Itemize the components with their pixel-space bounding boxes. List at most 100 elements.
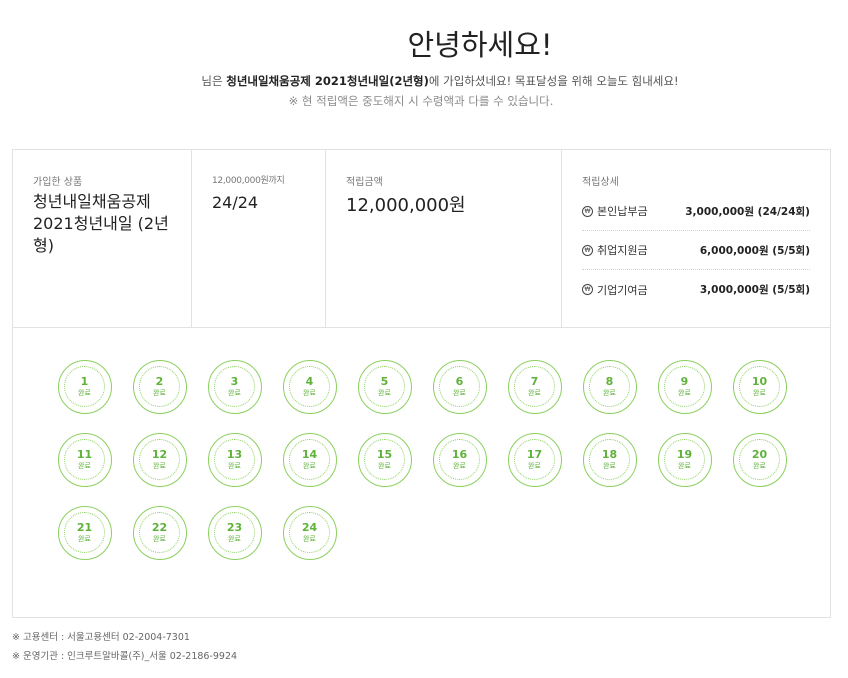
stamp-done-label: 완료 — [153, 461, 166, 470]
stamp-inner: 6 완료 — [439, 366, 480, 407]
stamp-done-label: 완료 — [753, 461, 766, 470]
stamp-done-label: 완료 — [378, 388, 391, 397]
stamp-inner: 20 완료 — [739, 439, 780, 480]
stamp-done-label: 완료 — [603, 388, 616, 397]
stamp-8: 8 완료 — [583, 360, 637, 414]
stamp-number: 23 — [226, 520, 243, 534]
stamp-number: 2 — [155, 374, 164, 388]
stamp-number: 19 — [676, 447, 693, 461]
stamp-number: 20 — [751, 447, 768, 461]
stamp-5: 5 완료 — [358, 360, 412, 414]
operator-info: ※ 운영기관 : 인크루트알바콜(주)_서울 02-2186-9924 — [12, 651, 238, 662]
product-name: 청년내일채움공제 2021청년내일 (2년형) — [33, 192, 169, 255]
stamp-22: 22 완료 — [133, 506, 187, 560]
stamp-12: 12 완료 — [133, 433, 187, 487]
stamp-number: 8 — [605, 374, 614, 388]
won-icon: ₩ — [582, 244, 593, 256]
product-label: 가입한 상품 — [33, 177, 83, 188]
stamp-grid: 1 완료 2 완료 3 완료 4 완료 5 완료 6 완료 7 완료 8 완료 9 완료 10 완료 11 완료 12 완료 1… — [13, 328, 830, 617]
stamp-done-label: 완료 — [78, 461, 91, 470]
stamp-inner: 12 완료 — [139, 439, 180, 480]
stamp-20: 20 완료 — [733, 433, 787, 487]
stamp-number: 9 — [680, 374, 689, 388]
stamp-inner: 5 완료 — [364, 366, 405, 407]
stamp-18: 18 완료 — [583, 433, 637, 487]
stamp-done-label: 완료 — [603, 461, 616, 470]
stamp-inner: 7 완료 — [514, 366, 555, 407]
stamp-14: 14 완료 — [283, 433, 337, 487]
detail-row: ₩ 본인납부금 3,000,000원 (24/24회) — [582, 192, 810, 231]
stamp-17: 17 완료 — [508, 433, 562, 487]
stamp-inner: 13 완료 — [214, 439, 255, 480]
amount-label: 적립금액 — [346, 177, 383, 188]
won-icon: ₩ — [582, 284, 593, 295]
employment-center-info: ※ 고용센터 : 서울고용센터 02-2004-7301 — [12, 632, 190, 643]
stamp-done-label: 완료 — [528, 461, 541, 470]
greeting-suffix: 에 가입하셨네요! 목표달성을 위해 오늘도 힘내세요! — [428, 74, 679, 88]
stamp-done-label: 완료 — [678, 388, 691, 397]
stamp-done-label: 완료 — [303, 534, 316, 543]
stamp-number: 15 — [376, 447, 393, 461]
stamp-inner: 17 완료 — [514, 439, 555, 480]
stamp-done-label: 완료 — [753, 388, 766, 397]
stamp-number: 17 — [526, 447, 543, 461]
page-title: 안녕하세요! — [407, 28, 553, 62]
stamp-number: 11 — [76, 447, 93, 461]
greeting-text: 님은 청년내일채움공제 2021청년내일(2년형)에 가입하셨네요! 목표달성을… — [0, 73, 848, 89]
stamp-19: 19 완료 — [658, 433, 712, 487]
stamp-number: 3 — [230, 374, 239, 388]
stamp-inner: 14 완료 — [289, 439, 330, 480]
stamp-inner: 16 완료 — [439, 439, 480, 480]
stamp-number: 6 — [455, 374, 464, 388]
product-column: 가입한 상품 청년내일채움공제 2021청년내일 (2년형) — [13, 150, 192, 327]
amount-column: 적립금액 12,000,000원 — [326, 150, 562, 327]
stamp-inner: 11 완료 — [64, 439, 105, 480]
detail-name: 기업기여금 — [597, 283, 648, 297]
stamp-24: 24 완료 — [283, 506, 337, 560]
stamp-done-label: 완료 — [228, 534, 241, 543]
stamp-inner: 10 완료 — [739, 366, 780, 407]
stamp-21: 21 완료 — [58, 506, 112, 560]
stamp-done-label: 완료 — [378, 461, 391, 470]
stamp-done-label: 완료 — [453, 388, 466, 397]
stamp-inner: 9 완료 — [664, 366, 705, 407]
savings-panel: 가입한 상품 청년내일채움공제 2021청년내일 (2년형) 12,000,00… — [12, 149, 831, 618]
greeting-product: 청년내일채움공제 2021청년내일(2년형) — [226, 74, 429, 88]
stamp-4: 4 완료 — [283, 360, 337, 414]
stamp-done-label: 완료 — [678, 461, 691, 470]
stamp-16: 16 완료 — [433, 433, 487, 487]
progress-value: 24/24 — [212, 193, 259, 212]
stamp-number: 24 — [301, 520, 318, 534]
stamp-done-label: 완료 — [303, 461, 316, 470]
detail-value: 6,000,000원 (5/5회) — [699, 244, 810, 257]
stamp-done-label: 완료 — [78, 388, 91, 397]
stamp-number: 22 — [151, 520, 168, 534]
stamp-number: 4 — [305, 374, 314, 388]
savings-info: 가입한 상품 청년내일채움공제 2021청년내일 (2년형) 12,000,00… — [13, 150, 830, 328]
stamp-inner: 4 완료 — [289, 366, 330, 407]
notice-text: ※ 현 적립액은 중도해지 시 수령액과 다를 수 있습니다. — [288, 94, 554, 108]
stamp-inner: 23 완료 — [214, 512, 255, 553]
stamp-2: 2 완료 — [133, 360, 187, 414]
stamp-11: 11 완료 — [58, 433, 112, 487]
stamp-done-label: 완료 — [78, 534, 91, 543]
stamp-done-label: 완료 — [528, 388, 541, 397]
stamp-9: 9 완료 — [658, 360, 712, 414]
stamp-done-label: 완료 — [153, 388, 166, 397]
stamp-inner: 21 완료 — [64, 512, 105, 553]
stamp-done-label: 완료 — [453, 461, 466, 470]
detail-label: 적립상세 — [582, 177, 619, 188]
detail-column: 적립상세 ₩ 본인납부금 3,000,000원 (24/24회) ₩ 취업지원금 6… — [562, 150, 830, 327]
stamp-23: 23 완료 — [208, 506, 262, 560]
stamp-1: 1 완료 — [58, 360, 112, 414]
stamp-done-label: 완료 — [228, 461, 241, 470]
detail-name: 취업지원금 — [597, 244, 648, 257]
stamp-number: 5 — [380, 374, 389, 388]
progress-label: 12,000,000원까지 — [212, 176, 285, 186]
stamp-inner: 1 완료 — [64, 366, 105, 407]
stamp-inner: 19 완료 — [664, 439, 705, 480]
detail-value: 3,000,000원 (24/24회) — [685, 205, 810, 218]
stamp-done-label: 완료 — [303, 388, 316, 397]
stamp-6: 6 완료 — [433, 360, 487, 414]
won-icon: ₩ — [582, 205, 593, 217]
